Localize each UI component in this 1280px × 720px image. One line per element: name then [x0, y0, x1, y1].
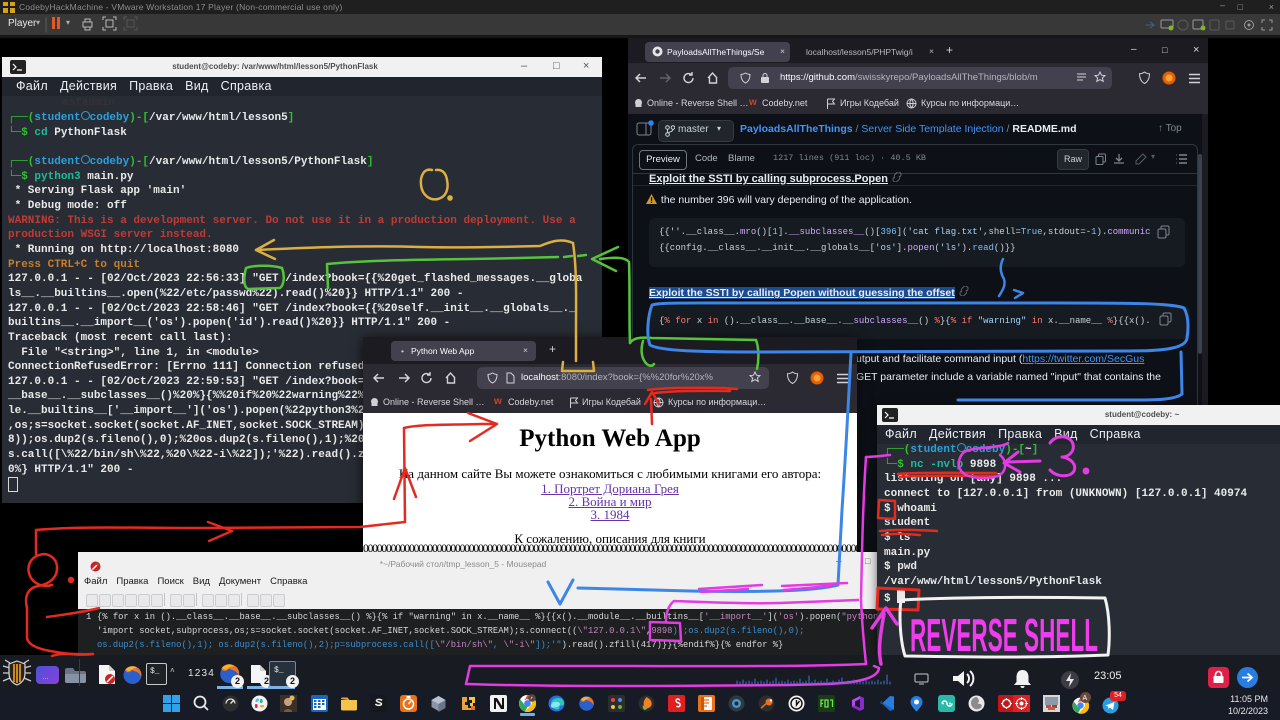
svg-text:A: A: [1083, 695, 1088, 702]
